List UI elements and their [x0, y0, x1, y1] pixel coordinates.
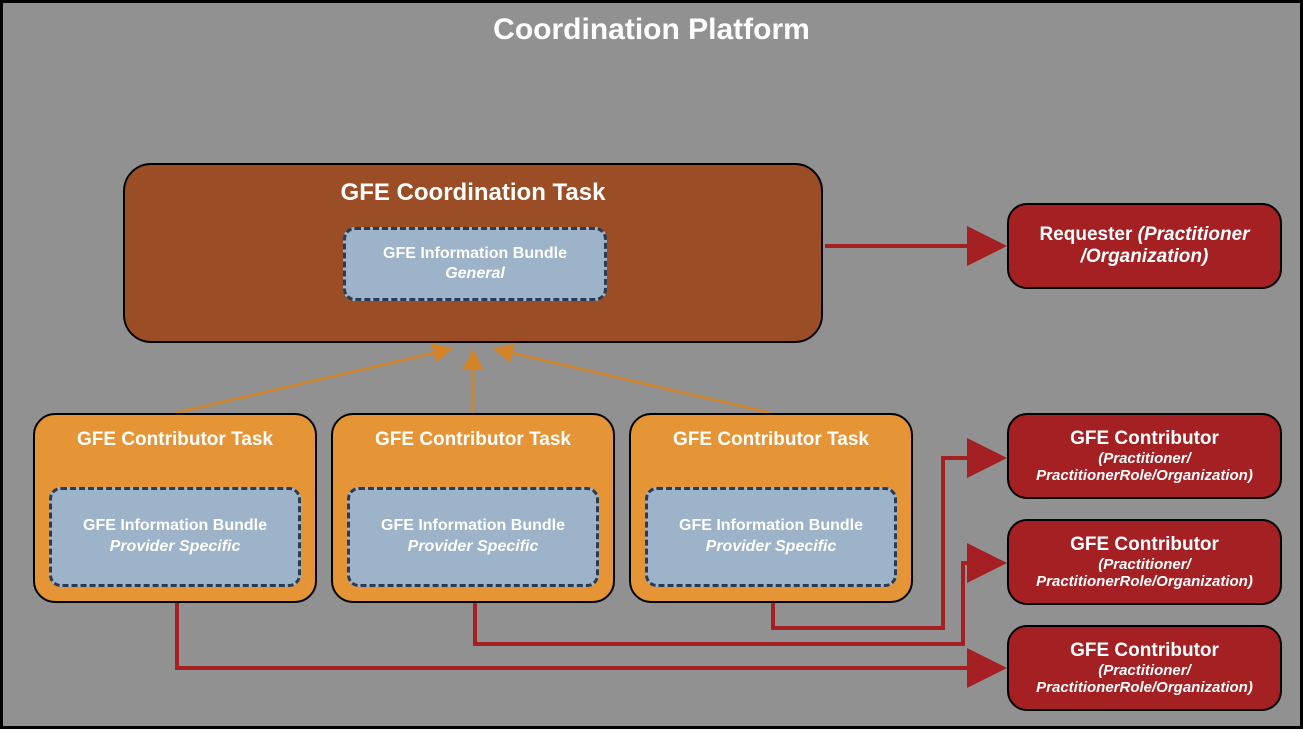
contributor-sub2: PractitionerRole/Organization)	[1015, 679, 1274, 696]
gfe-coordination-task-title: GFE Coordination Task	[125, 179, 821, 207]
bundle-subtitle: General	[346, 264, 604, 284]
contributor-task-title: GFE Contributor Task	[333, 429, 613, 451]
contributor-sub1: (Practitioner/	[1015, 662, 1274, 679]
contributor-sub2: PractitionerRole/Organization)	[1015, 467, 1274, 484]
contributor-sub1: (Practitioner/	[1015, 450, 1274, 467]
requester-box: Requester (Practitioner /Organization)	[1007, 203, 1282, 289]
gfe-coordination-task-box: GFE Coordination Task GFE Information Bu…	[123, 163, 823, 343]
contributor-title: GFE Contributor	[1015, 640, 1274, 662]
gfe-information-bundle-provider: GFE Information Bundle Provider Specific	[347, 487, 599, 587]
gfe-contributor-task-3: GFE Contributor Task GFE Information Bun…	[629, 413, 913, 603]
gfe-information-bundle-provider: GFE Information Bundle Provider Specific	[49, 487, 301, 587]
contributor-title: GFE Contributor	[1015, 534, 1274, 556]
bundle-subtitle: Provider Specific	[648, 537, 894, 558]
bundle-subtitle: Provider Specific	[350, 537, 596, 558]
bundle-subtitle: Provider Specific	[52, 537, 298, 558]
requester-title: Requester (Practitioner /Organization)	[1015, 224, 1274, 268]
bundle-title: GFE Information Bundle	[350, 516, 596, 537]
contributor-sub2: PractitionerRole/Organization)	[1015, 573, 1274, 590]
gfe-contributor-task-1: GFE Contributor Task GFE Information Bun…	[33, 413, 317, 603]
contributor-task-title: GFE Contributor Task	[631, 429, 911, 451]
gfe-information-bundle-provider: GFE Information Bundle Provider Specific	[645, 487, 897, 587]
gfe-contributor-task-2: GFE Contributor Task GFE Information Bun…	[331, 413, 615, 603]
bundle-title: GFE Information Bundle	[52, 516, 298, 537]
gfe-information-bundle-general: GFE Information Bundle General	[343, 227, 607, 301]
gfe-contributor-box-3: GFE Contributor (Practitioner/ Practitio…	[1007, 625, 1282, 711]
contributor-sub1: (Practitioner/	[1015, 556, 1274, 573]
contributor-title: GFE Contributor	[1015, 428, 1274, 450]
gfe-contributor-box-1: GFE Contributor (Practitioner/ Practitio…	[1007, 413, 1282, 499]
coordination-platform-diagram: Coordination Platform GFE Coordination T…	[0, 0, 1303, 729]
contributor-task-title: GFE Contributor Task	[35, 429, 315, 451]
bundle-title: GFE Information Bundle	[648, 516, 894, 537]
gfe-contributor-box-2: GFE Contributor (Practitioner/ Practitio…	[1007, 519, 1282, 605]
arrows-layer	[3, 3, 1303, 732]
requester-word: Requester	[1039, 224, 1137, 245]
bundle-title: GFE Information Bundle	[346, 244, 604, 264]
platform-title: Coordination Platform	[3, 13, 1300, 47]
